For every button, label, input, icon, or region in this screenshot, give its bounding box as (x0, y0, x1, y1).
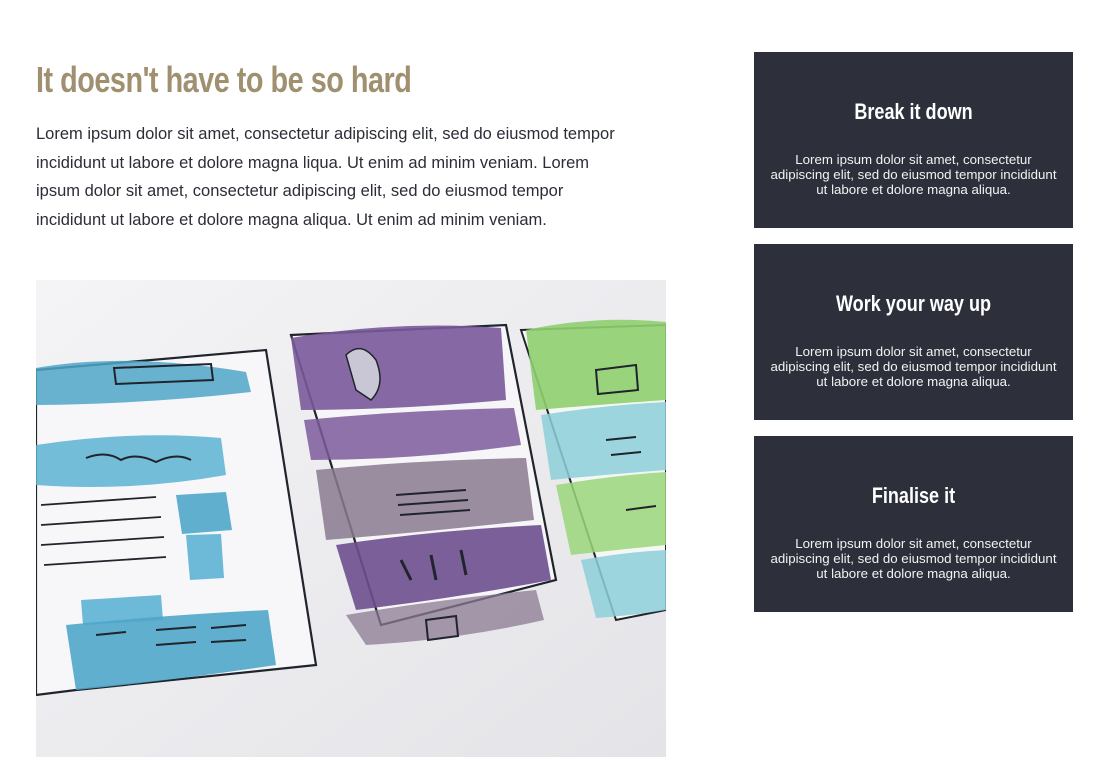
steps-sidebar: Break it down Lorem ipsum dolor sit amet… (754, 52, 1073, 628)
wireframe-sketch-image (36, 280, 666, 757)
step-card-work-your-way-up: Work your way up Lorem ipsum dolor sit a… (754, 244, 1073, 420)
step-title: Finalise it (871, 483, 956, 508)
step-card-finalise-it: Finalise it Lorem ipsum dolor sit amet, … (754, 436, 1073, 612)
main-content: It doesn't have to be so hard Lorem ipsu… (36, 56, 668, 235)
step-title: Break it down (854, 99, 973, 124)
left-wireframe-sketch (36, 348, 318, 697)
intro-paragraph: Lorem ipsum dolor sit amet, consectetur … (36, 125, 615, 230)
step-card-break-it-down: Break it down Lorem ipsum dolor sit amet… (754, 52, 1073, 228)
page-title: It doesn't have to be so hard (36, 59, 412, 100)
step-title: Work your way up (835, 291, 992, 316)
step-description: Lorem ipsum dolor sit amet, consectetur … (770, 344, 1057, 389)
step-description: Lorem ipsum dolor sit amet, consectetur … (770, 152, 1057, 197)
step-description: Lorem ipsum dolor sit amet, consectetur … (770, 536, 1057, 581)
